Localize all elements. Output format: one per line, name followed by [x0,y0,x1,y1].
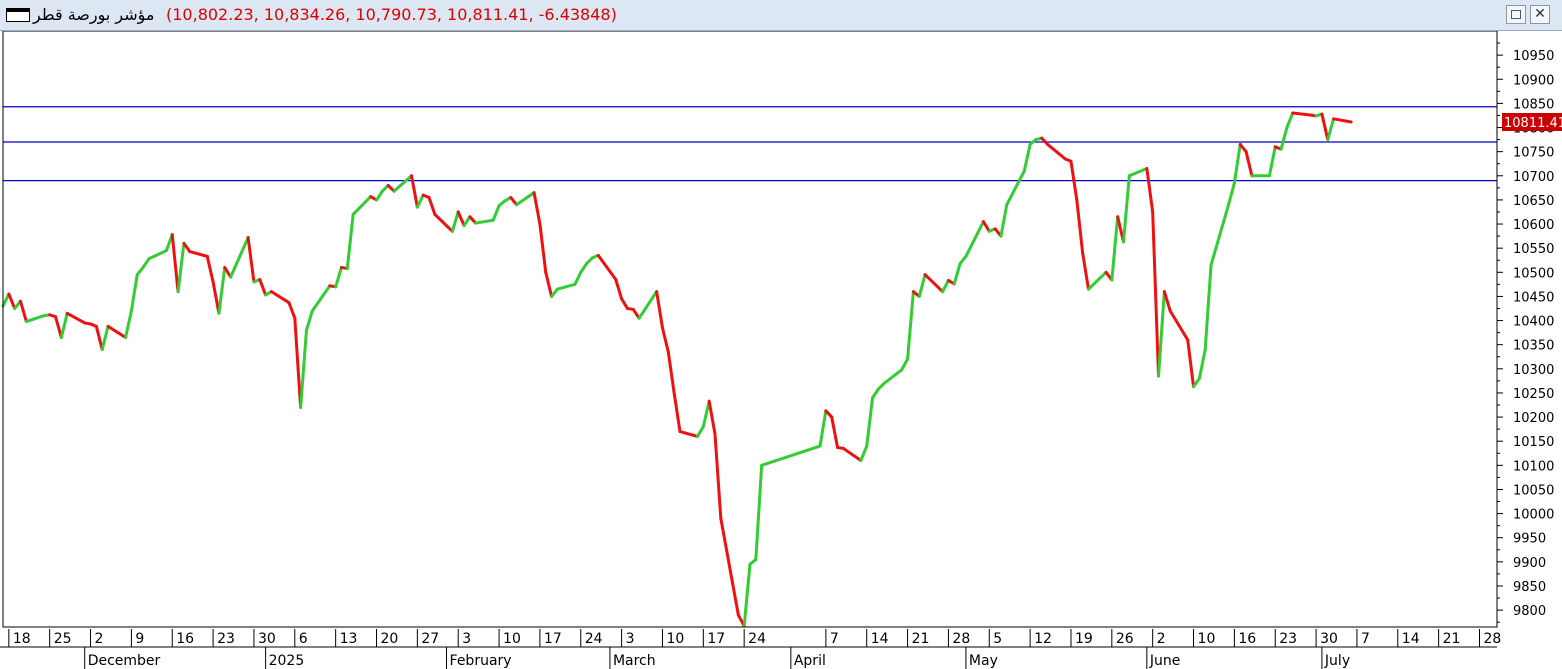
x-month-label: February [450,653,512,669]
x-month-label: April [794,653,826,669]
x-week-label: 14 [1402,631,1420,647]
restore-button[interactable] [1506,5,1526,24]
y-tick-label: 10200 [1513,411,1554,426]
x-month-label: June [1149,653,1181,669]
x-week-label: 27 [421,631,439,647]
x-week-label: 7 [1361,631,1370,647]
restore-icon [1511,10,1521,19]
x-week-label: 28 [1483,631,1501,647]
x-week-label: 3 [626,631,635,647]
price-chart: 9800985099009950100001005010100101501020… [0,31,1562,669]
close-icon: ✕ [1534,6,1546,22]
x-week-label: 23 [217,631,235,647]
x-month-label: July [1324,653,1350,669]
y-tick-label: 10350 [1513,339,1554,354]
x-week-label: 25 [54,631,72,647]
x-week-label: 21 [1443,631,1461,647]
y-tick-label: 10150 [1513,435,1554,450]
chart-background [0,31,1562,669]
x-month-label: May [969,653,998,669]
x-week-label: 5 [993,631,1002,647]
x-week-label: 12 [1034,631,1052,647]
x-week-label: 3 [462,631,471,647]
y-tick-label: 10100 [1513,459,1554,474]
x-week-label: 21 [912,631,930,647]
x-week-label: 30 [1320,631,1338,647]
y-tick-label: 10500 [1513,266,1554,281]
window-icon [6,8,30,22]
x-week-label: 28 [952,631,970,647]
x-week-label: 18 [13,631,31,647]
x-week-label: 14 [871,631,889,647]
x-week-label: 17 [707,631,725,647]
y-tick-label: 10550 [1513,242,1554,257]
close-button[interactable]: ✕ [1530,5,1550,24]
x-week-label: 24 [748,631,766,647]
y-tick-label: 10900 [1513,73,1554,88]
x-week-label: 9 [135,631,144,647]
y-tick-label: 10000 [1513,508,1554,523]
last-value-label: 10811.41 [1504,116,1562,131]
y-tick-label: 9850 [1513,580,1546,595]
y-tick-label: 10850 [1513,97,1554,112]
x-week-label: 24 [585,631,603,647]
y-tick-label: 10950 [1513,49,1554,64]
x-month-label: March [613,653,656,669]
x-week-label: 7 [830,631,839,647]
x-week-label: 6 [299,631,308,647]
x-week-label: 10 [503,631,521,647]
x-week-label: 10 [1198,631,1216,647]
y-tick-label: 10400 [1513,315,1554,330]
title-bar: مؤشر بورصة قطر (10,802.23, 10,834.26, 10… [0,0,1562,31]
x-week-label: 30 [258,631,276,647]
y-tick-label: 10050 [1513,483,1554,498]
x-month-label: 2025 [269,653,305,669]
y-tick-label: 10700 [1513,170,1554,185]
x-week-label: 2 [1157,631,1166,647]
y-tick-label: 10600 [1513,218,1554,233]
x-week-label: 26 [1116,631,1134,647]
price-segment [1291,111,1312,117]
y-tick-label: 10300 [1513,363,1554,378]
y-tick-label: 9950 [1513,532,1546,547]
x-week-label: 16 [1238,631,1256,647]
y-tick-label: 9800 [1513,604,1546,619]
y-tick-label: 10250 [1513,387,1554,402]
y-tick-label: 10750 [1513,146,1554,161]
y-tick-label: 10450 [1513,290,1554,305]
y-tick-label: 10650 [1513,194,1554,209]
instrument-name: مؤشر بورصة قطر [33,5,155,24]
x-week-label: 19 [1075,631,1093,647]
x-week-label: 2 [95,631,104,647]
x-week-label: 23 [1279,631,1297,647]
x-week-label: 20 [381,631,399,647]
ohlc-readout: (10,802.23, 10,834.26, 10,790.73, 10,811… [166,5,617,24]
x-week-label: 17 [544,631,562,647]
x-month-label: December [88,653,161,669]
x-week-label: 16 [176,631,194,647]
x-week-label: 10 [666,631,684,647]
y-tick-label: 9900 [1513,556,1546,571]
x-week-label: 13 [340,631,358,647]
